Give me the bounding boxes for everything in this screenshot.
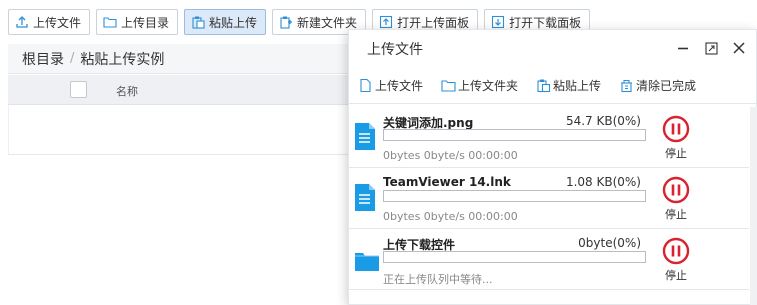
new-folder-icon: [280, 16, 293, 29]
file-icon: [355, 184, 375, 211]
select-all-checkbox[interactable]: [70, 81, 87, 98]
column-name-header[interactable]: 名称: [116, 83, 138, 99]
upload-item: 关键词添加.png 54.7 KB(0%) 0bytes 0byte/s 00:…: [349, 107, 749, 168]
stop-label: 停止: [665, 147, 687, 160]
upload-progress-bar: [383, 251, 646, 263]
new-folder-button-label: 新建文件夹: [297, 15, 358, 30]
panel-paste-upload-label: 粘贴上传: [553, 79, 602, 93]
breadcrumb-separator: /: [70, 51, 75, 66]
folder-icon: [103, 17, 117, 28]
upload-icon: [16, 16, 28, 28]
stop-button[interactable]: 停止: [658, 176, 694, 222]
upload-progress-bar: [383, 190, 646, 202]
upload-item-status: 正在上传队列中等待...: [383, 273, 493, 286]
upload-panel-header: 上传文件: [349, 30, 756, 68]
panel-upload-file-label: 上传文件: [375, 79, 424, 93]
paste-icon: [537, 79, 551, 93]
upload-panel: 上传文件 上传文件 上传文件夹 粘贴上传 清除已完成 关键词添加.png 54.…: [348, 29, 757, 305]
stop-label: 停止: [665, 208, 687, 221]
upload-item-size: 54.7 KB(0%): [565, 114, 641, 128]
minimize-icon[interactable]: [674, 39, 692, 57]
upload-list-scrollbar[interactable]: [750, 107, 757, 305]
panel-upload-folder-button[interactable]: 上传文件夹: [441, 77, 518, 94]
upload-item: 上传下载控件 0byte(0%) 正在上传队列中等待... 停止: [349, 229, 749, 290]
open-upload-panel-button-label: 打开上传面板: [397, 15, 470, 30]
download-panel-icon: [492, 15, 505, 29]
panel-clear-completed-label: 清除已完成: [636, 79, 697, 93]
upload-panel-icon: [380, 15, 393, 29]
file-icon: [360, 78, 371, 93]
paste-icon: [192, 16, 205, 29]
panel-upload-file-button[interactable]: 上传文件: [358, 77, 423, 94]
stop-icon: [662, 176, 690, 204]
upload-directory-button[interactable]: 上传目录: [96, 9, 179, 35]
upload-panel-title: 上传文件: [367, 42, 423, 58]
upload-panel-toolbar: 上传文件 上传文件夹 粘贴上传 清除已完成: [349, 68, 756, 104]
upload-directory-button-label: 上传目录: [121, 15, 170, 30]
upload-queue-list: 关键词添加.png 54.7 KB(0%) 0bytes 0byte/s 00:…: [349, 107, 749, 290]
stop-icon: [662, 237, 690, 265]
paste-upload-button-label: 粘贴上传: [209, 15, 258, 30]
maximize-icon[interactable]: [702, 39, 720, 57]
panel-paste-upload-button[interactable]: 粘贴上传: [536, 77, 601, 94]
upload-item-name: TeamViewer 14.lnk: [383, 175, 511, 189]
upload-file-button-label: 上传文件: [33, 15, 82, 30]
stop-icon: [662, 115, 690, 143]
stop-label: 停止: [665, 269, 687, 282]
stop-button[interactable]: 停止: [658, 115, 694, 161]
close-icon[interactable]: [730, 39, 748, 57]
folder-icon: [441, 80, 456, 92]
breadcrumb-root[interactable]: 根目录: [22, 49, 64, 69]
upload-progress-bar: [383, 129, 646, 141]
panel-window-controls: [674, 39, 748, 57]
upload-file-button[interactable]: 上传文件: [8, 9, 91, 35]
clear-icon: [621, 79, 633, 93]
upload-item: TeamViewer 14.lnk 1.08 KB(0%) 0bytes 0by…: [349, 168, 749, 229]
stop-button[interactable]: 停止: [658, 237, 694, 283]
paste-upload-button[interactable]: 粘贴上传: [184, 9, 267, 35]
file-icon: [355, 123, 375, 150]
breadcrumb-current: 粘贴上传实例: [80, 51, 165, 68]
upload-item-size: 0byte(0%): [578, 236, 641, 250]
upload-item-status: 0bytes 0byte/s 00:00:00: [383, 210, 518, 223]
upload-item-size: 1.08 KB(0%): [565, 175, 641, 189]
panel-clear-completed-button[interactable]: 清除已完成: [619, 77, 696, 94]
folder-icon: [355, 253, 379, 271]
panel-upload-folder-label: 上传文件夹: [458, 79, 519, 93]
upload-item-status: 0bytes 0byte/s 00:00:00: [383, 149, 518, 162]
open-download-panel-button-label: 打开下载面板: [509, 15, 582, 30]
